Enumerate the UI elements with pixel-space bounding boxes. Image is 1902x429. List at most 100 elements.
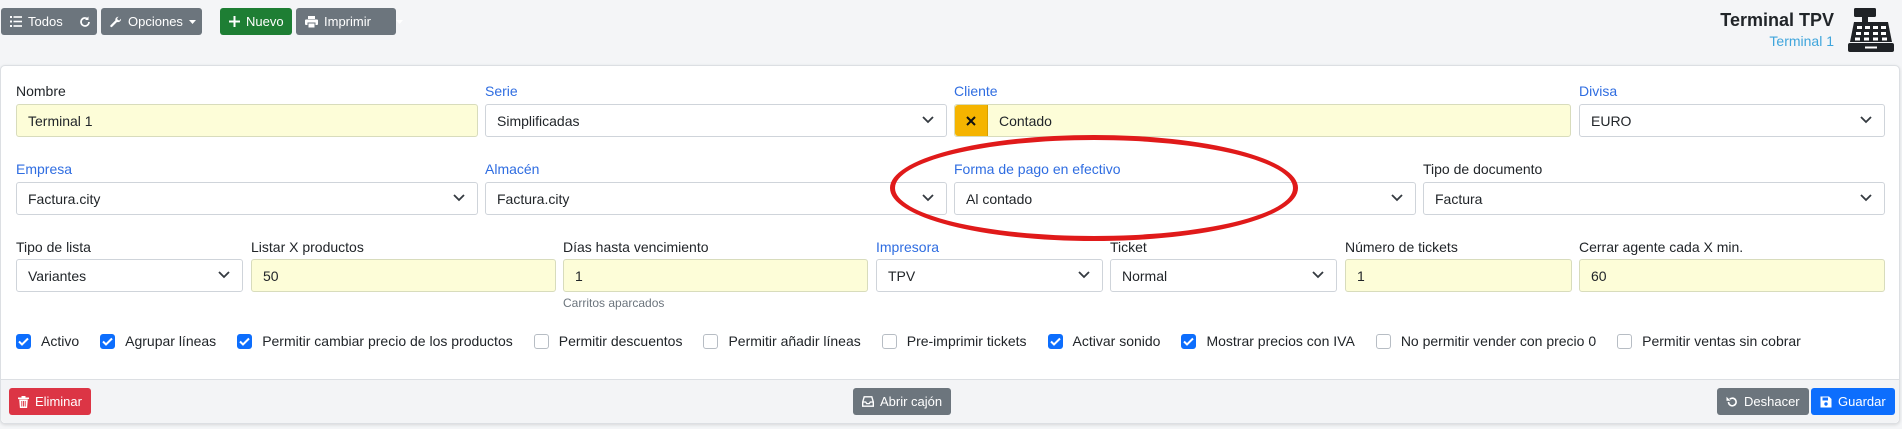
checkmark-icon xyxy=(102,337,113,346)
save-icon xyxy=(1820,396,1832,407)
cliente-field[interactable]: Contado xyxy=(954,104,1571,137)
open-drawer-button[interactable]: Abrir cajón xyxy=(853,388,952,415)
checkbox-option[interactable]: Activar sonido xyxy=(1047,333,1161,349)
checkbox-label: Activo xyxy=(41,333,80,349)
serie-select[interactable]: Simplificadas xyxy=(485,104,947,137)
chevron-down-icon xyxy=(922,194,934,202)
num-tickets-input[interactable]: 1 xyxy=(1345,259,1572,292)
ticket-select[interactable]: Normal xyxy=(1110,259,1337,292)
chevron-down-icon xyxy=(1391,194,1403,202)
page-title: Terminal TPV xyxy=(1720,10,1834,30)
delete-button[interactable]: Eliminar xyxy=(9,388,91,415)
chevron-down-icon xyxy=(218,271,230,279)
cash-register-icon xyxy=(1848,8,1894,52)
checkbox[interactable] xyxy=(881,333,897,349)
open-drawer-button-label: Abrir cajón xyxy=(880,394,943,409)
checkbox[interactable] xyxy=(1617,333,1633,349)
plus-icon xyxy=(229,16,240,27)
nombre-input[interactable]: Terminal 1 xyxy=(16,104,478,137)
cerrar-agente-label: Cerrar agente cada X min. xyxy=(1579,239,1744,255)
serie-label-link[interactable]: Serie xyxy=(485,83,518,99)
checkbox-option[interactable]: No permitir vender con precio 0 xyxy=(1375,333,1597,349)
checkbox[interactable] xyxy=(16,333,31,349)
listar-productos-input[interactable]: 50 xyxy=(251,259,556,292)
chevron-down-icon xyxy=(922,116,934,124)
dias-vencimiento-input[interactable]: 1 xyxy=(563,259,868,292)
all-button[interactable]: Todos xyxy=(1,8,97,35)
checkbox[interactable] xyxy=(703,333,719,349)
page-subtitle: Terminal 1 xyxy=(1769,33,1834,49)
checkbox[interactable] xyxy=(533,333,549,349)
options-button-label: Opciones xyxy=(128,14,183,29)
divisa-label-link[interactable]: Divisa xyxy=(1579,83,1617,99)
tipo-documento-select[interactable]: Factura xyxy=(1423,182,1885,215)
trash-icon xyxy=(18,395,29,408)
checkbox-option[interactable]: Permitir descuentos xyxy=(533,333,682,349)
cerrar-agente-input[interactable]: 60 xyxy=(1579,259,1885,292)
caret-down-icon xyxy=(395,19,403,24)
chevron-down-icon xyxy=(1078,271,1090,279)
checkmark-icon xyxy=(1049,337,1061,346)
checkbox-label: Pre-imprimir tickets xyxy=(906,333,1027,349)
checkbox-option[interactable]: Permitir añadir líneas xyxy=(703,333,861,349)
checkbox-label: Permitir ventas sin cobrar xyxy=(1642,333,1801,349)
checkbox-option[interactable]: Permitir cambiar precio de los productos xyxy=(237,333,513,349)
checkbox[interactable] xyxy=(1375,333,1391,349)
form-footer: Eliminar Abrir cajón Deshacer Guardar xyxy=(1,379,1899,423)
chevron-down-icon xyxy=(453,194,465,202)
divisa-select[interactable]: EURO xyxy=(1579,104,1885,137)
checkbox-label: Mostrar precios con IVA xyxy=(1206,333,1355,349)
tipo-lista-select[interactable]: Variantes xyxy=(16,259,243,292)
checkbox-option[interactable]: Activo xyxy=(16,333,79,349)
checkbox-label: Activar sonido xyxy=(1072,333,1161,349)
clear-cliente-button[interactable] xyxy=(955,105,988,136)
undo-button-label: Deshacer xyxy=(1744,394,1800,409)
tipo-lista-label: Tipo de lista xyxy=(16,239,91,255)
inbox-icon xyxy=(862,396,874,407)
dias-vencimiento-help-text: Carritos aparcados xyxy=(563,296,665,310)
chevron-down-icon xyxy=(1312,271,1324,279)
almacen-selected-value: Factura.city xyxy=(497,190,570,207)
checkmark-icon xyxy=(239,337,250,346)
empresa-label-link[interactable]: Empresa xyxy=(16,161,72,177)
caret-down-icon xyxy=(188,19,196,24)
printer-icon xyxy=(305,15,318,28)
undo-button[interactable]: Deshacer xyxy=(1717,388,1809,415)
empresa-select[interactable]: Factura.city xyxy=(16,182,478,215)
undo-icon xyxy=(1726,396,1737,407)
forma-pago-select[interactable]: Al contado xyxy=(954,182,1416,215)
checkbox[interactable] xyxy=(1047,333,1063,349)
forma-pago-label-link[interactable]: Forma de pago en efectivo xyxy=(954,161,1121,177)
checkbox-label: No permitir vender con precio 0 xyxy=(1400,333,1597,349)
chevron-down-icon xyxy=(1860,194,1872,202)
print-button-label: Imprimir xyxy=(324,14,371,29)
checkbox-option[interactable]: Agrupar líneas xyxy=(100,333,216,349)
all-button-label: Todos xyxy=(28,14,63,29)
terminal-form-card: Nombre Terminal 1 Serie Simplificadas Cl… xyxy=(0,65,1900,424)
checkbox[interactable] xyxy=(100,333,116,349)
forma-pago-selected-value: Al contado xyxy=(966,190,1033,207)
checkbox-option[interactable]: Pre-imprimir tickets xyxy=(881,333,1027,349)
almacen-label-link[interactable]: Almacén xyxy=(485,161,539,177)
checkbox[interactable] xyxy=(237,333,253,349)
tipo-lista-selected-value: Variantes xyxy=(28,267,87,284)
options-dropdown-button[interactable]: Opciones xyxy=(101,8,202,35)
checkbox-option[interactable]: Mostrar precios con IVA xyxy=(1181,333,1355,349)
checkbox-label: Agrupar líneas xyxy=(125,333,217,349)
impresora-select[interactable]: TPV xyxy=(876,259,1103,292)
new-button[interactable]: Nuevo xyxy=(220,8,292,35)
tipo-documento-selected-value: Factura xyxy=(1435,190,1483,207)
save-button[interactable]: Guardar xyxy=(1811,388,1895,415)
print-dropdown-toggle[interactable] xyxy=(389,19,410,24)
save-button-label: Guardar xyxy=(1838,394,1886,409)
nombre-label: Nombre xyxy=(16,83,66,99)
checkbox-option[interactable]: Permitir ventas sin cobrar xyxy=(1617,333,1801,349)
wrench-icon xyxy=(110,16,122,27)
cliente-label-link[interactable]: Cliente xyxy=(954,83,998,99)
delete-button-label: Eliminar xyxy=(35,394,82,409)
checkbox[interactable] xyxy=(1181,333,1197,349)
refresh-icon[interactable] xyxy=(79,16,91,28)
print-button[interactable]: Imprimir xyxy=(296,8,403,35)
impresora-label-link[interactable]: Impresora xyxy=(876,239,939,255)
almacen-select[interactable]: Factura.city xyxy=(485,182,947,215)
